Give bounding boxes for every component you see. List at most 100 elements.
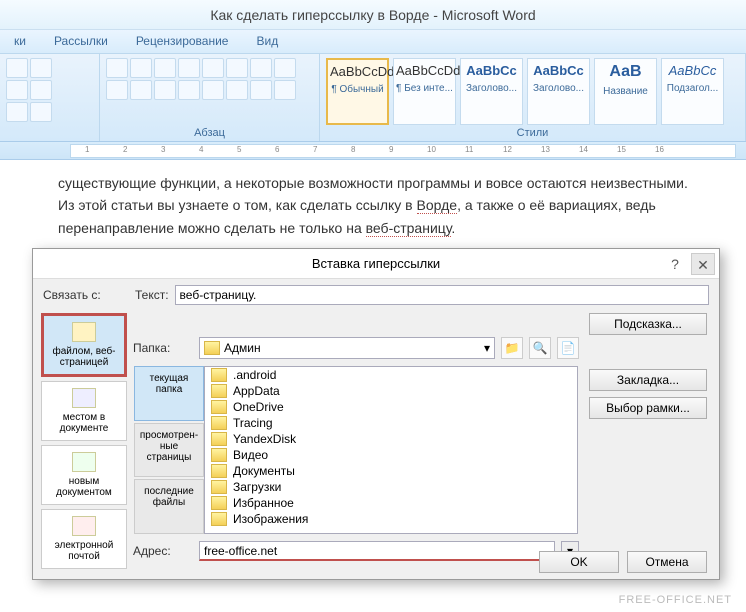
- browse-web-button[interactable]: 🔍: [529, 337, 551, 359]
- doc-text-3b: веб-страницу: [366, 220, 452, 237]
- linkto-place-doc[interactable]: местом в документе: [41, 381, 127, 441]
- grow-font-button[interactable]: [6, 58, 28, 78]
- folder-icon: [211, 448, 227, 462]
- paragraph-dialog-button[interactable]: [274, 58, 296, 78]
- folder-dropdown[interactable]: Админ ▾: [199, 337, 495, 359]
- tab-review[interactable]: Рецензирование: [122, 30, 243, 53]
- show-marks-button[interactable]: [250, 58, 272, 78]
- file-name: Изображения: [233, 512, 308, 526]
- cancel-button[interactable]: Отмена: [627, 551, 707, 573]
- file-name: AppData: [233, 384, 280, 398]
- folder-icon: [211, 496, 227, 510]
- group-font-label: [6, 137, 93, 141]
- ruler-tick: 15: [617, 145, 626, 154]
- file-item[interactable]: Изображения: [205, 511, 577, 527]
- target-frame-button[interactable]: Выбор рамки...: [589, 397, 707, 419]
- ruler-tick: 9: [389, 145, 393, 154]
- multilevel-button[interactable]: [154, 58, 176, 78]
- ribbon-tabs: ки Рассылки Рецензирование Вид: [0, 30, 746, 54]
- align-right-button[interactable]: [154, 80, 176, 100]
- style-normal[interactable]: AaBbCcDd¶ Обычный: [326, 58, 389, 125]
- font-color-button[interactable]: [30, 80, 52, 100]
- ruler[interactable]: 12345678910111213141516: [0, 142, 746, 160]
- address-input[interactable]: [199, 541, 555, 561]
- file-name: Tracing: [233, 416, 273, 430]
- email-icon: [72, 516, 96, 536]
- numbering-button[interactable]: [130, 58, 152, 78]
- file-item[interactable]: Избранное: [205, 495, 577, 511]
- folder-icon: [211, 480, 227, 494]
- help-button[interactable]: ?: [663, 253, 687, 275]
- file-item[interactable]: OneDrive: [205, 399, 577, 415]
- file-item[interactable]: AppData: [205, 383, 577, 399]
- highlight-button[interactable]: [6, 80, 28, 100]
- sort-button[interactable]: [226, 58, 248, 78]
- file-list[interactable]: .androidAppDataOneDriveTracingYandexDisk…: [204, 366, 578, 534]
- ruler-tick: 14: [579, 145, 588, 154]
- tab-ki[interactable]: ки: [0, 30, 40, 53]
- align-center-button[interactable]: [130, 80, 152, 100]
- file-name: Документы: [233, 464, 295, 478]
- folder-icon: [211, 464, 227, 478]
- document-body[interactable]: существующие функции, а некоторые возмож…: [0, 160, 746, 251]
- line-spacing-button[interactable]: [202, 80, 224, 100]
- ruler-tick: 11: [465, 145, 473, 154]
- more-paragraph-button[interactable]: [274, 80, 296, 100]
- link-to-panel: файлом, веб-страницей местом в документе…: [41, 313, 127, 573]
- up-folder-button[interactable]: 📁: [501, 337, 523, 359]
- file-item[interactable]: .android: [205, 367, 577, 383]
- style-heading2[interactable]: AaBbCcЗаголово...: [527, 58, 590, 125]
- tab-mailings[interactable]: Рассылки: [40, 30, 122, 53]
- style-heading1[interactable]: AaBbCcЗаголово...: [460, 58, 523, 125]
- folder-icon: [211, 368, 227, 382]
- style-no-spacing[interactable]: AaBbCcDd¶ Без инте...: [393, 58, 456, 125]
- ruler-tick: 3: [161, 145, 165, 154]
- hint-button[interactable]: Подсказка...: [589, 313, 707, 335]
- ruler-tick: 8: [351, 145, 355, 154]
- indent-left-button[interactable]: [178, 58, 200, 78]
- tab-view[interactable]: Вид: [242, 30, 292, 53]
- style-title[interactable]: АаВНазвание: [594, 58, 657, 125]
- linkto-new-doc[interactable]: новым документом: [41, 445, 127, 505]
- browse-tab-current[interactable]: текущая папка: [134, 366, 204, 421]
- bullets-button[interactable]: [106, 58, 128, 78]
- chevron-down-icon: ▾: [484, 341, 490, 355]
- ok-button[interactable]: OK: [539, 551, 619, 573]
- shading-button[interactable]: [226, 80, 248, 100]
- file-item[interactable]: Загрузки: [205, 479, 577, 495]
- justify-button[interactable]: [178, 80, 200, 100]
- ruler-tick: 4: [199, 145, 203, 154]
- text-input[interactable]: [175, 285, 709, 305]
- browse-tab-recent[interactable]: последние файлы: [134, 479, 204, 534]
- folder-icon: [211, 416, 227, 430]
- clear-format-button[interactable]: [30, 102, 52, 122]
- file-item[interactable]: YandexDisk: [205, 431, 577, 447]
- browse-tab-browsed[interactable]: просмотрен-ные страницы: [134, 423, 204, 478]
- char-case-button[interactable]: [6, 102, 28, 122]
- folder-icon: [211, 432, 227, 446]
- file-item[interactable]: Видео: [205, 447, 577, 463]
- file-item[interactable]: Документы: [205, 463, 577, 479]
- folder-icon: [204, 341, 220, 355]
- linkto-email[interactable]: электронной почтой: [41, 509, 127, 569]
- bookmark-button[interactable]: Закладка...: [589, 369, 707, 391]
- ruler-tick: 2: [123, 145, 127, 154]
- ribbon: Абзац AaBbCcDd¶ Обычный AaBbCcDd¶ Без ин…: [0, 54, 746, 142]
- folder-icon: [211, 384, 227, 398]
- ruler-tick: 6: [275, 145, 279, 154]
- ruler-tick: 12: [503, 145, 512, 154]
- align-left-button[interactable]: [106, 80, 128, 100]
- group-paragraph-label: Абзац: [106, 125, 313, 141]
- doc-text-3c: .: [451, 220, 455, 236]
- indent-right-button[interactable]: [202, 58, 224, 78]
- dialog-titlebar[interactable]: Вставка гиперссылки ? ✕: [33, 249, 719, 279]
- file-item[interactable]: Tracing: [205, 415, 577, 431]
- doc-text-3a: перенаправление можно сделать не только …: [58, 220, 366, 236]
- style-subtitle[interactable]: AaBbCcПодзагол...: [661, 58, 724, 125]
- ruler-tick: 7: [313, 145, 317, 154]
- borders-button[interactable]: [250, 80, 272, 100]
- browse-file-button[interactable]: 📄: [557, 337, 579, 359]
- linkto-file-web[interactable]: файлом, веб-страницей: [41, 313, 127, 377]
- shrink-font-button[interactable]: [30, 58, 52, 78]
- close-button[interactable]: ✕: [691, 253, 715, 275]
